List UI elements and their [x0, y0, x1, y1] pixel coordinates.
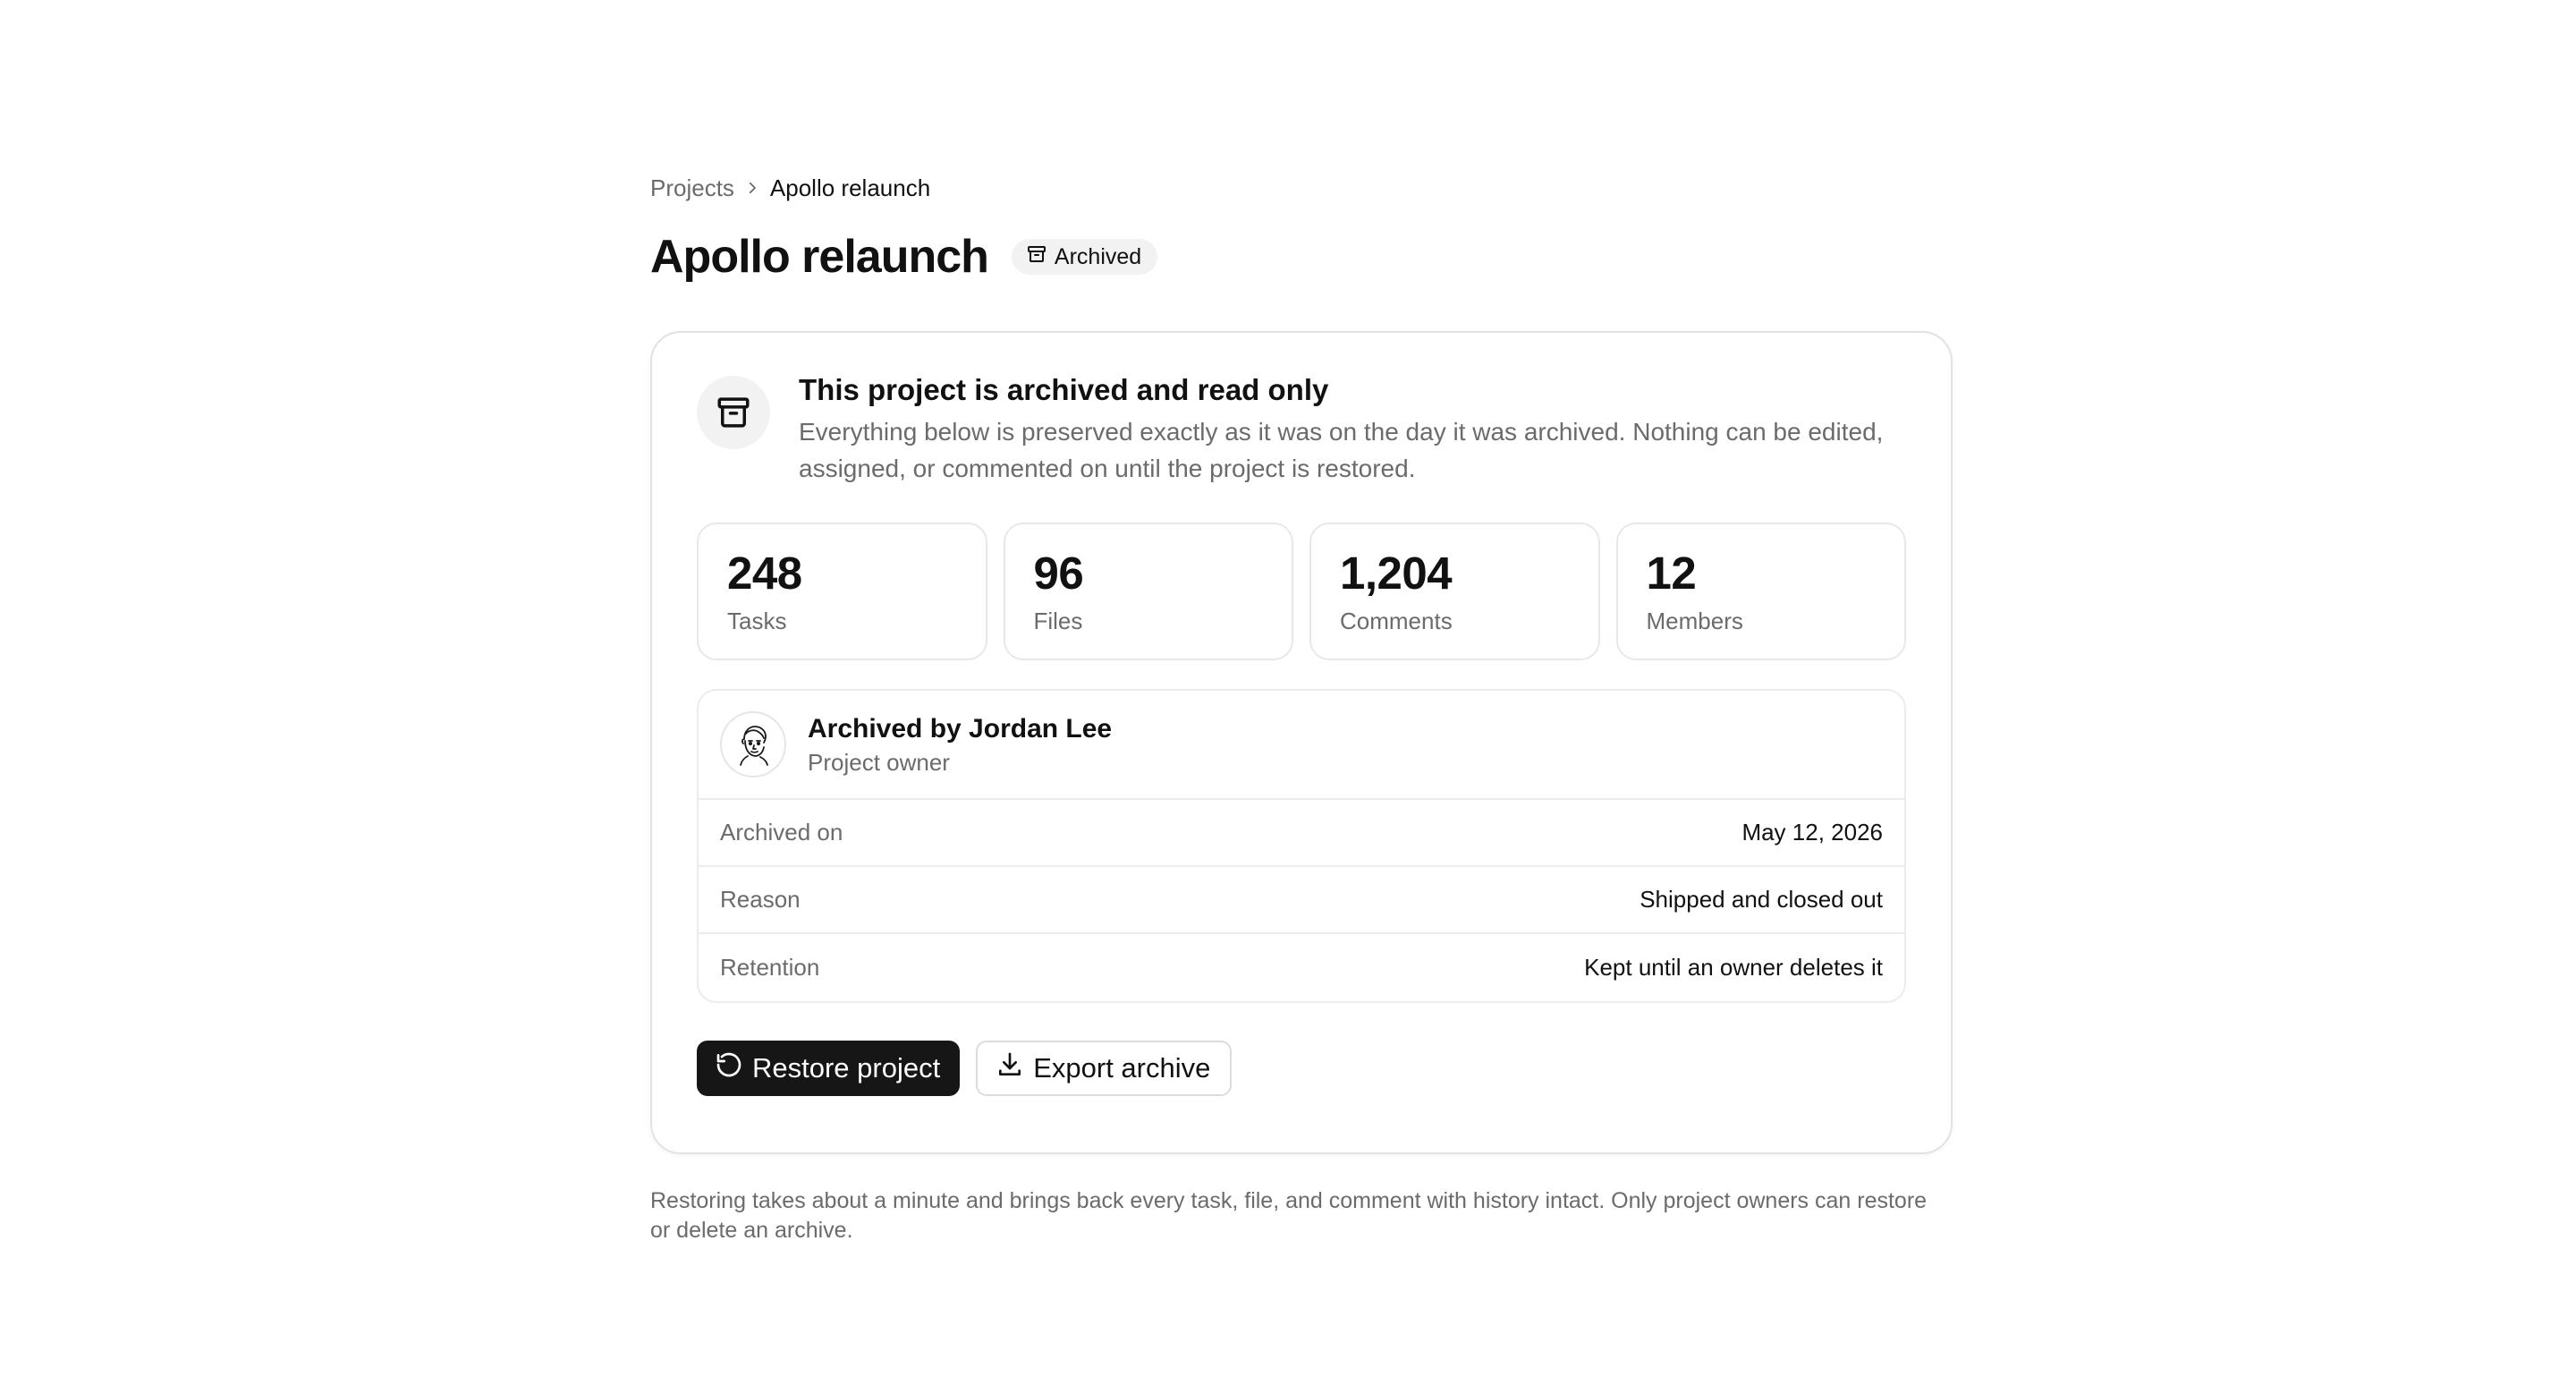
- archived-by-text: Archived by Jordan Lee Project owner: [808, 711, 1112, 778]
- stat-label: Files: [1033, 608, 1083, 634]
- detail-row-archived-on: Archived on May 12, 2026: [699, 800, 1904, 867]
- stat-value: 96: [1033, 548, 1084, 599]
- detail-value: Shipped and closed out: [1640, 886, 1883, 913]
- archive-details: Archived by Jordan Lee Project owner Arc…: [697, 689, 1906, 1003]
- title-row: Apollo relaunch Archived: [650, 227, 1953, 286]
- stat-files: 96 Files: [1003, 523, 1293, 660]
- export-archive-button[interactable]: Export archive: [976, 1041, 1233, 1096]
- page-title: Apollo relaunch: [650, 231, 989, 283]
- actions: Restore project Export archive: [697, 1041, 1906, 1096]
- stat-value: 248: [727, 548, 802, 599]
- restore-project-button[interactable]: Restore project: [697, 1041, 961, 1096]
- notice-title: This project is archived and read only: [799, 373, 1329, 406]
- archive-card: This project is archived and read only E…: [650, 331, 1953, 1154]
- archived-by-row: Archived by Jordan Lee Project owner: [699, 691, 1904, 800]
- avatar: [720, 711, 786, 778]
- status-badge-label: Archived: [1054, 243, 1142, 269]
- notice-text: This project is archived and read only E…: [799, 373, 1908, 487]
- notice-body: Everything below is preserved exactly as…: [799, 418, 1884, 482]
- stat-label: Tasks: [727, 608, 787, 634]
- export-archive-label: Export archive: [1033, 1052, 1211, 1084]
- archive-notice: This project is archived and read only E…: [697, 373, 1908, 487]
- detail-key: Retention: [720, 954, 820, 981]
- breadcrumb: Projects Apollo relaunch: [650, 170, 1953, 206]
- stat-comments: 1,204 Comments: [1309, 523, 1600, 660]
- chevron-right-icon: [734, 170, 770, 206]
- archive-box-icon: [697, 376, 770, 449]
- archived-by-role: Project owner: [808, 749, 950, 776]
- detail-value: Kept until an owner deletes it: [1584, 954, 1883, 981]
- breadcrumb-current: Apollo relaunch: [769, 174, 931, 201]
- stat-label: Members: [1646, 608, 1743, 634]
- breadcrumb-link-projects[interactable]: Projects: [650, 170, 734, 206]
- archived-project-page: Projects Apollo relaunch Apollo relaunch…: [650, 170, 1953, 1245]
- restore-footnote: Restoring takes about a minute and bring…: [650, 1188, 1928, 1243]
- detail-row-reason: Reason Shipped and closed out: [699, 867, 1904, 934]
- rotate-ccw-icon: [715, 1050, 752, 1086]
- stat-value: 12: [1646, 548, 1697, 599]
- download-icon: [996, 1050, 1033, 1086]
- stat-members: 12 Members: [1615, 523, 1906, 660]
- detail-key: Reason: [720, 886, 801, 913]
- restore-project-label: Restore project: [752, 1052, 941, 1084]
- status-badge: Archived: [1011, 239, 1158, 275]
- stats-grid: 248 Tasks 96 Files 1,204 Comments 12 Mem…: [697, 523, 1906, 660]
- detail-row-retention: Retention Kept until an owner deletes it: [699, 934, 1904, 1001]
- detail-key: Archived on: [720, 819, 843, 846]
- stat-tasks: 248 Tasks: [697, 523, 987, 660]
- archived-by-name: Archived by Jordan Lee: [808, 714, 1113, 744]
- detail-value: May 12, 2026: [1741, 819, 1883, 846]
- stat-label: Comments: [1340, 608, 1453, 634]
- archive-icon: [1026, 243, 1055, 271]
- stat-value: 1,204: [1340, 548, 1453, 599]
